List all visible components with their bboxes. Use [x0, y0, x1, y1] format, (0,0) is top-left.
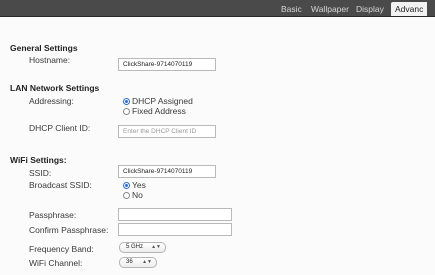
- confirm-passphrase-label: Confirm Passphrase:: [29, 225, 109, 235]
- wifi-channel-select[interactable]: 36 ▲▼: [119, 257, 157, 268]
- addressing-label: Addressing:: [29, 96, 74, 106]
- dhcp-assigned-option[interactable]: DHCP Assigned: [123, 96, 193, 106]
- broadcast-no-radio[interactable]: [123, 191, 130, 199]
- broadcast-no-option[interactable]: No: [123, 190, 143, 200]
- wifi-channel-value: 36: [126, 259, 133, 265]
- wifi-channel-label: WiFi Channel:: [29, 258, 83, 268]
- fixed-address-label: Fixed Address: [132, 106, 186, 116]
- broadcast-ssid-label: Broadcast SSID:: [29, 180, 92, 190]
- frequency-band-label: Frequency Band:: [29, 244, 94, 254]
- settings-panel: General Settings Hostname: LAN Network S…: [0, 17, 435, 275]
- top-navigation-bar: Basic Wallpaper Display Advanc: [0, 0, 435, 17]
- lan-settings-heading: LAN Network Settings: [10, 83, 100, 93]
- dhcp-assigned-label: DHCP Assigned: [132, 96, 193, 106]
- frequency-band-value: 5 GHz: [126, 244, 144, 250]
- dhcp-client-id-input[interactable]: [118, 125, 216, 138]
- passphrase-input[interactable]: [118, 208, 232, 221]
- broadcast-yes-label: Yes: [132, 180, 146, 190]
- tab-display[interactable]: Display: [356, 2, 384, 16]
- broadcast-no-label: No: [132, 190, 143, 200]
- confirm-passphrase-input[interactable]: [118, 223, 232, 236]
- passphrase-label: Passphrase:: [29, 210, 77, 220]
- ssid-label: SSID:: [29, 168, 52, 178]
- hostname-input[interactable]: [118, 58, 216, 71]
- dhcp-assigned-radio[interactable]: [123, 97, 130, 105]
- select-arrows-icon: ▲▼: [142, 259, 152, 265]
- general-settings-heading: General Settings: [10, 43, 78, 53]
- dhcp-client-id-label: DHCP Client ID:: [29, 123, 91, 133]
- broadcast-yes-radio[interactable]: [123, 181, 130, 189]
- ssid-input[interactable]: [118, 165, 216, 178]
- broadcast-yes-option[interactable]: Yes: [123, 180, 146, 190]
- fixed-address-option[interactable]: Fixed Address: [123, 106, 186, 116]
- tab-wallpaper[interactable]: Wallpaper: [311, 2, 349, 16]
- tab-advanced[interactable]: Advanc: [391, 2, 428, 16]
- hostname-label: Hostname:: [29, 55, 71, 65]
- fixed-address-radio[interactable]: [123, 107, 130, 115]
- select-arrows-icon: ▲▼: [151, 244, 161, 250]
- wifi-settings-heading: WiFi Settings:: [10, 155, 67, 165]
- frequency-band-select[interactable]: 5 GHz ▲▼: [119, 242, 166, 253]
- tab-basic[interactable]: Basic: [281, 2, 302, 16]
